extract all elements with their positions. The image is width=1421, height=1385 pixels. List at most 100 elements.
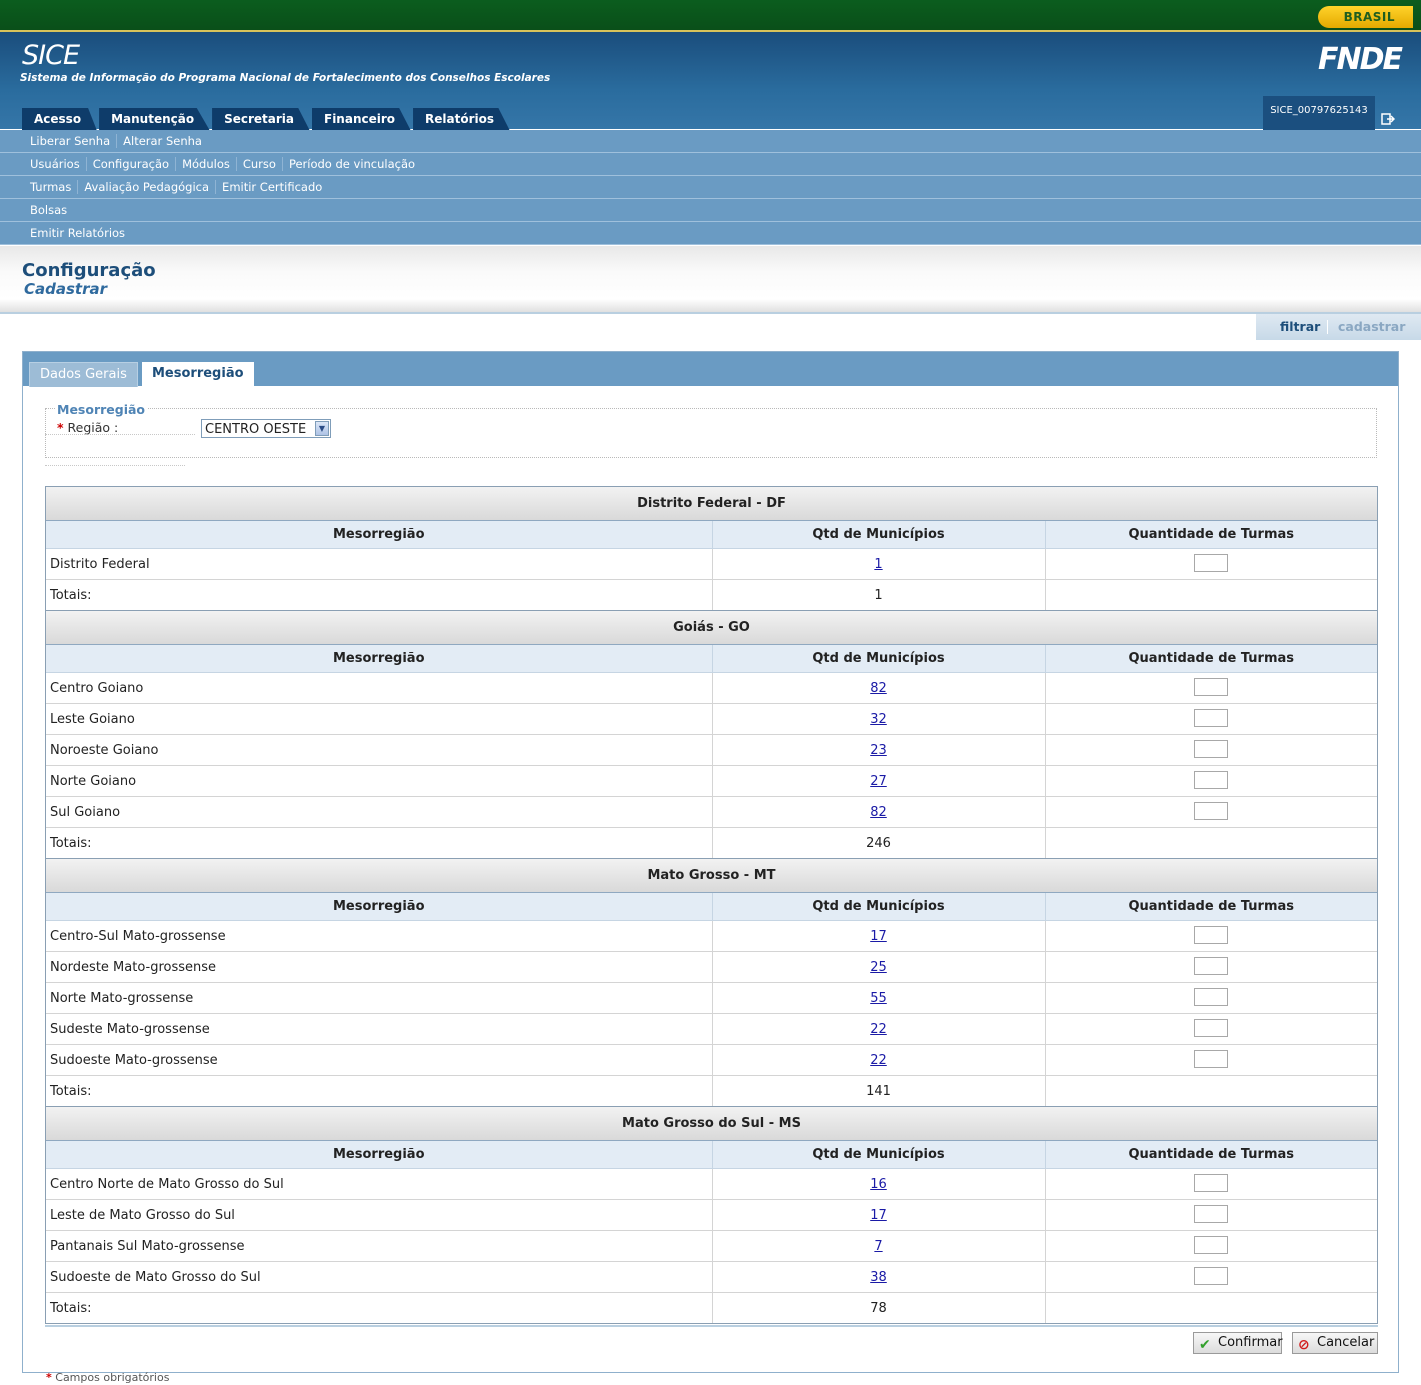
table-row: Pantanais Sul Mato-grossense 7 xyxy=(46,1230,1377,1262)
mesorregiao-name: Nordeste Mato-grossense xyxy=(46,951,712,983)
logout-icon[interactable] xyxy=(1381,112,1397,126)
submenu-turmas[interactable]: Turmas xyxy=(24,180,77,194)
tab-mesorregiao[interactable]: Mesorregião xyxy=(142,362,254,386)
tab-dados-gerais[interactable]: Dados Gerais xyxy=(29,362,138,387)
submenu-configuracao[interactable]: Configuração xyxy=(85,157,176,171)
cancel-label: Cancelar xyxy=(1317,1335,1375,1350)
brasil-badge[interactable]: BRASIL xyxy=(1317,6,1413,28)
nav-tab-manutencao[interactable]: Manutenção xyxy=(99,108,211,131)
confirm-button[interactable]: ✔ Confirmar xyxy=(1193,1332,1283,1354)
nav-tab-acesso[interactable]: Acesso xyxy=(22,108,98,131)
tab-bar: Dados Gerais Mesorregião xyxy=(23,352,1398,387)
turmas-cell xyxy=(1044,982,1377,1014)
mesorregiao-name: Noroeste Goiano xyxy=(46,734,712,766)
column-header-turmas: Quantidade de Turmas xyxy=(1044,1141,1377,1169)
municipios-count-link[interactable]: 17 xyxy=(870,929,887,944)
table-row: Noroeste Goiano 23 xyxy=(46,734,1377,766)
submenu-usuarios[interactable]: Usuários xyxy=(24,157,86,171)
quantidade-turmas-input[interactable] xyxy=(1194,1205,1229,1223)
chevron-down-icon[interactable]: ▼ xyxy=(315,421,329,436)
municipios-count-link[interactable]: 82 xyxy=(870,805,887,820)
actions-divider xyxy=(1327,320,1328,334)
site-header: SICE Sistema de Informação do Programa N… xyxy=(0,30,1421,131)
cancel-button[interactable]: ⊘ Cancelar xyxy=(1292,1332,1378,1354)
quantidade-turmas-input[interactable] xyxy=(1194,1267,1229,1285)
page-title-area: Configuração Cadastrar xyxy=(0,246,1421,314)
state-section: Distrito Federal - DF Mesorregião Qtd de M… xyxy=(45,486,1378,611)
submenu-liberar-senha[interactable]: Liberar Senha xyxy=(24,134,116,148)
mesorregiao-name: Pantanais Sul Mato-grossense xyxy=(46,1230,712,1262)
qtd-cell: 25 xyxy=(711,951,1045,983)
mesorregiao-name: Norte Mato-grossense xyxy=(46,982,712,1014)
quantidade-turmas-input[interactable] xyxy=(1194,1050,1229,1068)
submenu-emitir-relatorios[interactable]: Emitir Relatórios xyxy=(24,226,131,240)
municipios-count-link[interactable]: 55 xyxy=(870,991,887,1006)
quantidade-turmas-input[interactable] xyxy=(1194,988,1229,1006)
state-section: Goiás - GO Mesorregião Qtd de Municípios Qu… xyxy=(45,611,1378,859)
municipios-count-link[interactable]: 22 xyxy=(870,1022,887,1037)
nav-tab-relatorios[interactable]: Relatórios xyxy=(413,108,511,131)
regiao-select-value: CENTRO OESTE xyxy=(205,422,307,437)
municipios-count-link[interactable]: 17 xyxy=(870,1208,887,1223)
submenu-emitir-certificado[interactable]: Emitir Certificado xyxy=(215,180,329,194)
quantidade-turmas-input[interactable] xyxy=(1194,678,1229,696)
municipios-count-link[interactable]: 38 xyxy=(870,1270,887,1285)
regiao-select[interactable]: CENTRO OESTE ▼ xyxy=(201,419,331,438)
cadastrar-link[interactable]: cadastrar xyxy=(1338,314,1405,340)
submenu-bolsas[interactable]: Bolsas xyxy=(24,203,73,217)
qtd-cell: 22 xyxy=(711,1044,1045,1076)
column-header-mesorregiao: Mesorregião xyxy=(46,645,712,673)
quantidade-turmas-input[interactable] xyxy=(1194,554,1229,572)
mesorregiao-name: Distrito Federal xyxy=(50,556,150,572)
quantidade-turmas-input[interactable] xyxy=(1194,1019,1229,1037)
top-bar: BRASIL xyxy=(0,0,1421,30)
totals-row: Totais: 1 xyxy=(46,579,1377,610)
column-header-turmas: Quantidade de Turmas xyxy=(1044,645,1377,673)
required-marker: * xyxy=(57,420,64,435)
submenu-periodo-vinculacao[interactable]: Período de vinculação xyxy=(281,157,422,171)
turmas-cell xyxy=(1044,765,1377,797)
totals-row: Totais: 141 xyxy=(46,1075,1377,1106)
nav-tab-secretaria[interactable]: Secretaria xyxy=(212,108,310,131)
submenu-curso[interactable]: Curso xyxy=(235,157,282,171)
qtd-cell: 82 xyxy=(711,796,1045,828)
municipios-count-link[interactable]: 27 xyxy=(870,774,887,789)
mesorregiao-name: Centro-Sul Mato-grossense xyxy=(50,928,226,944)
quantidade-turmas-input[interactable] xyxy=(1194,1174,1229,1192)
qtd-cell: 32 xyxy=(711,703,1045,735)
municipios-count-link[interactable]: 7 xyxy=(874,1239,882,1254)
filtrar-link[interactable]: filtrar xyxy=(1280,314,1320,340)
quantidade-turmas-input[interactable] xyxy=(1194,1236,1229,1254)
municipios-count-link[interactable]: 25 xyxy=(870,960,887,975)
column-header-qtd: Qtd de Municípios xyxy=(711,893,1045,921)
totals-empty xyxy=(1044,827,1377,858)
submenu-modulos[interactable]: Módulos xyxy=(175,157,236,171)
mesorregiao-name: Sudeste Mato-grossense xyxy=(46,1013,712,1045)
table-row: Sudoeste de Mato Grosso do Sul 38 xyxy=(46,1261,1377,1293)
quantidade-turmas-input[interactable] xyxy=(1194,957,1229,975)
column-header-mesorregiao: Mesorregião xyxy=(46,521,712,549)
municipios-count-link[interactable]: 22 xyxy=(870,1053,887,1068)
municipios-count-link[interactable]: 16 xyxy=(870,1177,887,1192)
nav-tab-financeiro[interactable]: Financeiro xyxy=(312,108,412,131)
column-header-turmas: Quantidade de Turmas xyxy=(1044,521,1377,549)
mesorregiao-table: Mesorregião Qtd de Municípios Quantidade d… xyxy=(46,1141,1377,1323)
quantidade-turmas-input[interactable] xyxy=(1194,802,1229,820)
quantidade-turmas-input[interactable] xyxy=(1194,926,1229,944)
quantidade-turmas-input[interactable] xyxy=(1194,709,1229,727)
quantidade-turmas-input[interactable] xyxy=(1194,771,1229,789)
submenu-alterar-senha[interactable]: Alterar Senha xyxy=(116,134,208,148)
submenu-avaliacao-pedagogica[interactable]: Avaliação Pedagógica xyxy=(77,180,216,194)
app-subtitle: Sistema de Informação do Programa Nacion… xyxy=(20,72,551,84)
confirm-label: Confirmar xyxy=(1218,1335,1283,1350)
state-header: Mato Grosso - MT xyxy=(46,859,1377,893)
quantidade-turmas-input[interactable] xyxy=(1194,740,1229,758)
municipios-count-link[interactable]: 23 xyxy=(870,743,887,758)
municipios-count-link[interactable]: 82 xyxy=(870,681,887,696)
totals-label: Totais: xyxy=(46,1075,712,1106)
municipios-count-link[interactable]: 1 xyxy=(874,557,882,572)
qtd-cell: 38 xyxy=(711,1261,1045,1293)
municipios-count-link[interactable]: 32 xyxy=(870,712,887,727)
table-row: Distrito Federal 1 xyxy=(46,548,1377,580)
page-actions: filtrar cadastrar xyxy=(1256,314,1421,340)
